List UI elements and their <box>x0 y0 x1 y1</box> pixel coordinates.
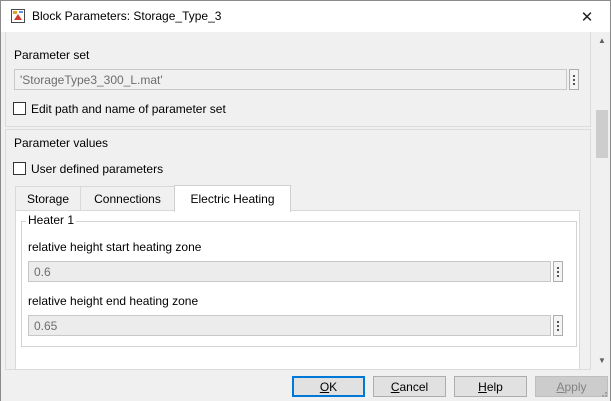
scrollbar-thumb[interactable] <box>596 110 608 158</box>
start-height-menu-button[interactable] <box>553 261 563 282</box>
heater-group-title: Heater 1 <box>26 213 77 227</box>
parameter-set-field[interactable]: 'StorageType3_300_L.mat' <box>14 69 567 90</box>
dot-icon <box>557 270 559 273</box>
ok-button[interactable]: OK <box>292 376 365 397</box>
tab-electric-heating[interactable]: Electric Heating <box>174 185 291 212</box>
cancel-label: ancel <box>399 379 429 394</box>
dot-icon <box>573 78 575 81</box>
user-defined-label[interactable]: User defined parameters <box>31 162 163 176</box>
parameter-set-label: Parameter set <box>14 48 90 62</box>
help-label: elp <box>486 379 503 394</box>
resize-grip-icon[interactable] <box>598 388 608 398</box>
window-title: Block Parameters: Storage_Type_3 <box>32 9 222 23</box>
ok-label: K <box>329 379 338 394</box>
dot-icon <box>557 266 559 269</box>
apply-label: pply <box>564 379 587 394</box>
cancel-button[interactable]: Cancel <box>373 376 446 397</box>
start-height-field[interactable]: 0.6 <box>28 261 551 282</box>
ok-mnemonic: O <box>319 379 330 394</box>
end-height-field[interactable]: 0.65 <box>28 315 551 336</box>
edit-path-label[interactable]: Edit path and name of parameter set <box>31 102 226 116</box>
dot-icon <box>557 320 559 323</box>
vertical-scrollbar[interactable]: ▲ ▼ <box>594 32 610 368</box>
scroll-up-icon[interactable]: ▲ <box>594 32 610 48</box>
dot-icon <box>573 74 575 77</box>
parameter-values-label: Parameter values <box>14 136 109 150</box>
end-height-label: relative height end heating zone <box>28 294 199 308</box>
dot-icon <box>557 274 559 277</box>
scroll-down-icon[interactable]: ▼ <box>594 352 610 368</box>
start-height-label: relative height start heating zone <box>28 240 202 254</box>
cancel-mnemonic: C <box>390 379 400 394</box>
title-bar[interactable]: Block Parameters: Storage_Type_3 ✕ <box>1 1 610 32</box>
dot-icon <box>573 82 575 85</box>
end-height-menu-button[interactable] <box>553 315 563 336</box>
dialog-window: Block Parameters: Storage_Type_3 ✕ Param… <box>0 0 611 401</box>
parameter-set-menu-button[interactable] <box>569 69 579 90</box>
apply-mnemonic: A <box>556 379 565 394</box>
dot-icon <box>557 324 559 327</box>
tab-storage[interactable]: Storage <box>15 186 81 211</box>
user-defined-checkbox[interactable] <box>13 162 26 175</box>
dot-icon <box>557 328 559 331</box>
simulink-block-icon <box>10 8 26 24</box>
edit-path-checkbox[interactable] <box>13 102 26 115</box>
help-mnemonic: H <box>478 379 487 394</box>
tab-connections[interactable]: Connections <box>80 186 175 211</box>
close-icon[interactable]: ✕ <box>564 1 610 32</box>
help-button[interactable]: Help <box>454 376 527 397</box>
